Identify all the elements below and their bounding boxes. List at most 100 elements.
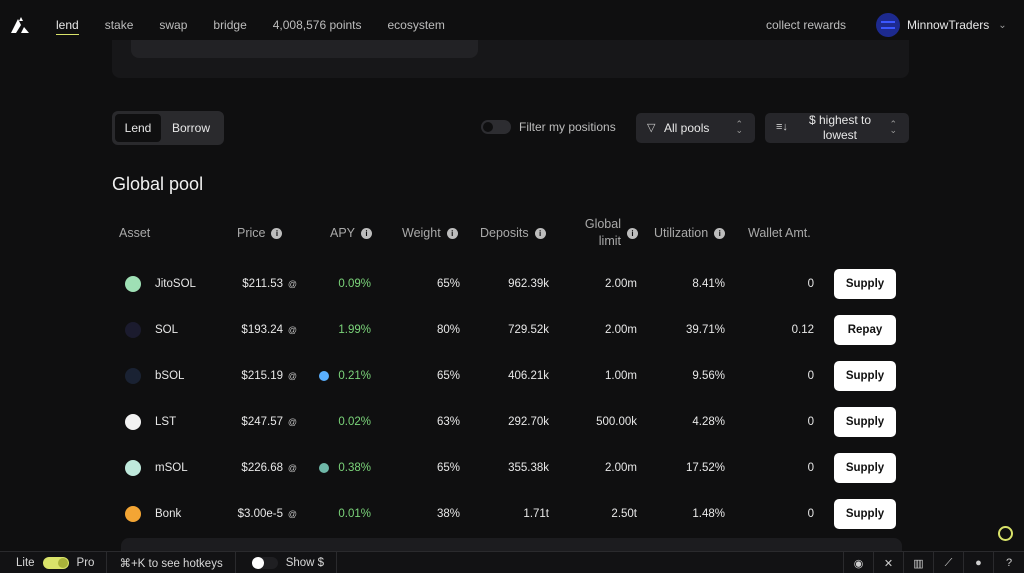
mode-toggle[interactable]: Lite Pro: [0, 551, 108, 573]
col-apy: APY i: [330, 226, 373, 240]
asset-global-limit: 2.00m: [605, 324, 637, 336]
asset-deposits: 1.71t: [523, 508, 549, 520]
user-menu[interactable]: MinnowTraders ⌄: [876, 13, 1007, 37]
table-row: LST $247.57 @0.02% 63% 292.70k 500.00k 4.28% 0 S…: [112, 399, 909, 445]
col-wallet: Wallet Amt.: [748, 226, 811, 240]
asset-name: LST: [155, 416, 177, 428]
col-deposits: Deposits i: [480, 226, 546, 240]
asset-name: Bonk: [155, 508, 182, 520]
asset-global-limit: 500.00k: [596, 416, 637, 428]
asset-deposits: 292.70k: [508, 416, 549, 428]
asset-price: $193.24: [241, 324, 283, 336]
supply-button[interactable]: Supply: [834, 269, 896, 299]
filter-positions-toggle[interactable]: Filter my positions: [481, 120, 616, 134]
analytics-icon[interactable]: ⟋: [934, 552, 964, 573]
github-icon[interactable]: ●: [964, 552, 994, 573]
filter-label: Filter my positions: [519, 120, 616, 134]
asset-apy: 0.02%: [338, 416, 371, 428]
info-icon[interactable]: i: [534, 227, 546, 239]
asset-name: SOL: [155, 324, 179, 336]
borrow-tab[interactable]: Borrow: [161, 114, 221, 142]
nav-ecosystem[interactable]: ecosystem: [388, 17, 445, 35]
asset-global-limit: 2.00m: [605, 278, 637, 290]
nav-stake[interactable]: stake: [105, 17, 134, 35]
info-icon[interactable]: i: [627, 227, 638, 239]
asset-wallet-amount: 0: [807, 462, 814, 474]
asset-price: $247.57: [241, 416, 283, 428]
collect-rewards-link[interactable]: collect rewards: [766, 18, 846, 32]
asset-deposits: 729.52k: [508, 324, 549, 336]
docs-icon[interactable]: ▥: [904, 552, 934, 573]
repay-button[interactable]: Repay: [834, 315, 896, 345]
price-oracle-icon[interactable]: @: [288, 371, 297, 381]
asset-global-limit: 1.00m: [605, 370, 637, 382]
asset-weight: 65%: [436, 278, 460, 290]
asset-utilization: 1.48%: [692, 508, 725, 520]
asset-wallet-amount: 0: [807, 508, 814, 520]
lend-tab[interactable]: Lend: [115, 114, 161, 142]
asset-apy: 0.38%: [338, 462, 371, 474]
nav-bridge[interactable]: bridge: [213, 17, 246, 35]
asset-apy: 1.99%: [338, 324, 371, 336]
price-oracle-icon[interactable]: @: [288, 325, 297, 335]
show-dollar-toggle[interactable]: Show $: [236, 551, 338, 573]
avatar: [876, 13, 900, 37]
lite-label: Lite: [16, 556, 35, 569]
lend-borrow-toggle: Lend Borrow: [112, 111, 224, 145]
supply-button[interactable]: Supply: [834, 499, 896, 529]
asset-apy: 0.21%: [338, 370, 371, 382]
table-row: bSOL $215.19 @0.21% 65% 406.21k 1.00m 9.56% 0 Su…: [112, 353, 909, 399]
asset-price: $215.19: [241, 370, 283, 382]
logo-icon[interactable]: [10, 16, 30, 34]
asset-weight: 65%: [436, 462, 460, 474]
info-icon[interactable]: i: [271, 227, 283, 239]
asset-utilization: 17.52%: [685, 462, 725, 474]
supply-button[interactable]: Supply: [834, 453, 896, 483]
discord-icon[interactable]: ◉: [844, 552, 874, 573]
asset-utilization: 8.41%: [692, 278, 725, 290]
info-icon[interactable]: i: [361, 227, 373, 239]
show-switch[interactable]: [251, 556, 278, 569]
show-label: Show $: [285, 556, 325, 569]
asset-icon: [125, 460, 141, 476]
asset-utilization: 4.28%: [692, 416, 725, 428]
mode-switch[interactable]: [42, 556, 69, 569]
asset-apy: 0.09%: [338, 278, 371, 290]
price-oracle-icon[interactable]: @: [288, 463, 297, 473]
supply-button[interactable]: Supply: [834, 361, 896, 391]
asset-wallet-amount: 0: [807, 416, 814, 428]
asset-price: $211.53: [242, 278, 283, 290]
nav-lend[interactable]: lend: [56, 17, 79, 35]
asset-weight: 63%: [436, 416, 460, 428]
user-name: MinnowTraders: [907, 18, 990, 32]
asset-utilization: 39.71%: [685, 324, 725, 336]
asset-icon: [125, 414, 141, 430]
apy-reward-icon: [319, 371, 329, 381]
nav-swap[interactable]: swap: [159, 17, 187, 35]
price-oracle-icon[interactable]: @: [288, 509, 297, 519]
price-oracle-icon[interactable]: @: [288, 417, 297, 427]
asset-apy: 0.01%: [338, 508, 371, 520]
filter-switch[interactable]: [481, 120, 511, 134]
asset-global-limit: 2.50t: [611, 508, 637, 520]
summary-card-inner: [131, 40, 478, 58]
sort-dropdown[interactable]: ≡↓ $ highest to lowest ⌃ ⌄: [765, 113, 909, 143]
twitter-icon[interactable]: ✕: [874, 552, 904, 573]
nav-points[interactable]: 4,008,576 points: [273, 17, 362, 35]
loading-ring-icon[interactable]: [998, 526, 1013, 541]
section-title: Global pool: [112, 174, 204, 194]
price-oracle-icon[interactable]: @: [288, 279, 297, 289]
info-icon[interactable]: i: [714, 227, 726, 239]
pools-dropdown[interactable]: ▽ All pools ⌃ ⌄: [636, 113, 755, 143]
asset-weight: 65%: [436, 370, 460, 382]
filter-icon: ▽: [647, 122, 656, 134]
col-utilization: Utilization i: [654, 226, 726, 240]
hotkeys-hint[interactable]: ⌘+K to see hotkeys: [107, 551, 236, 573]
supply-button[interactable]: Supply: [834, 407, 896, 437]
asset-deposits: 962.39k: [508, 278, 549, 290]
footer-icons: ◉ ✕ ▥ ⟋ ● ?: [843, 552, 1024, 573]
asset-price: $3.00e-5: [237, 508, 283, 520]
help-icon[interactable]: ?: [994, 552, 1024, 573]
info-icon[interactable]: i: [446, 227, 458, 239]
asset-name: mSOL: [155, 462, 188, 474]
